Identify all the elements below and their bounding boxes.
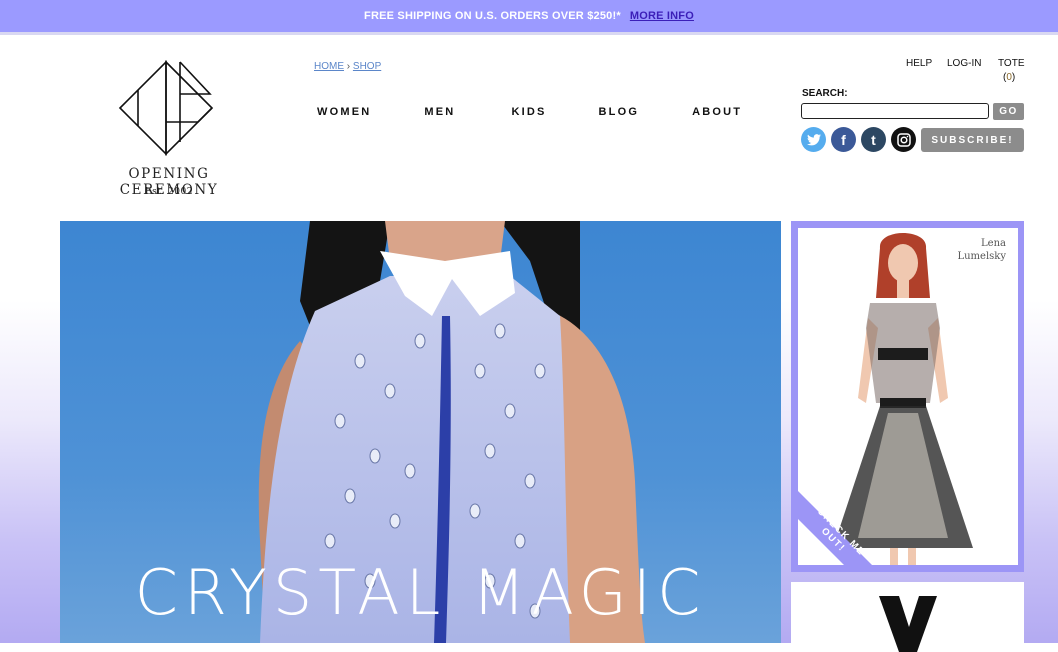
tumblr-t-glyph: t — [871, 131, 876, 148]
twitter-bird-icon — [806, 133, 821, 145]
main-nav: WOMEN MEN KIDS BLOG ABOUT — [317, 106, 742, 118]
secondary-promo-card[interactable] — [791, 582, 1024, 652]
facebook-icon[interactable]: f — [831, 127, 856, 152]
breadcrumb-separator: › — [346, 61, 351, 72]
site-logo[interactable]: OPENING CEREMONY Est. 2002 — [78, 58, 260, 203]
shipping-banner: FREE SHIPPING ON U.S. ORDERS OVER $250!*… — [0, 0, 1058, 35]
login-link[interactable]: LOG-IN — [947, 58, 981, 69]
oc-monogram-icon — [118, 60, 214, 156]
more-info-link[interactable]: MORE INFO — [630, 10, 694, 22]
breadcrumb-home[interactable]: HOME — [314, 61, 344, 72]
instagram-icon[interactable] — [891, 127, 916, 152]
nav-women[interactable]: WOMEN — [317, 106, 371, 118]
nav-blog[interactable]: BLOG — [599, 106, 640, 118]
facebook-f-glyph: f — [841, 131, 846, 148]
tote-count-value: 0 — [1006, 72, 1012, 83]
brand-established: Est. 2002 — [145, 187, 193, 197]
tote-count: (0) — [1003, 72, 1016, 83]
search-label: SEARCH: — [802, 88, 848, 99]
twitter-icon[interactable] — [801, 127, 826, 152]
search-input[interactable] — [801, 103, 989, 119]
help-link[interactable]: HELP — [906, 58, 932, 69]
instagram-camera-icon — [896, 132, 911, 147]
subscribe-button[interactable]: SUBSCRIBE! — [921, 128, 1024, 152]
nav-men[interactable]: MEN — [424, 106, 455, 118]
breadcrumb: HOME › SHOP — [314, 61, 381, 72]
secondary-promo-image — [879, 596, 937, 652]
designer-last-name: Lumelsky — [957, 251, 1006, 262]
tote-link[interactable]: TOTE — [998, 58, 1024, 69]
designer-first-name: Lena — [981, 238, 1006, 249]
hero-title: CRYSTAL MAGIC — [134, 556, 707, 629]
search-go-button[interactable]: GO — [993, 103, 1024, 120]
shipping-banner-text: FREE SHIPPING ON U.S. ORDERS OVER $250!* — [364, 10, 621, 22]
tumblr-icon[interactable]: t — [861, 127, 886, 152]
breadcrumb-shop[interactable]: SHOP — [353, 61, 381, 72]
designer-name: Lena Lumelsky — [946, 237, 1006, 263]
nav-kids[interactable]: KIDS — [511, 106, 546, 118]
nav-about[interactable]: ABOUT — [692, 106, 742, 118]
